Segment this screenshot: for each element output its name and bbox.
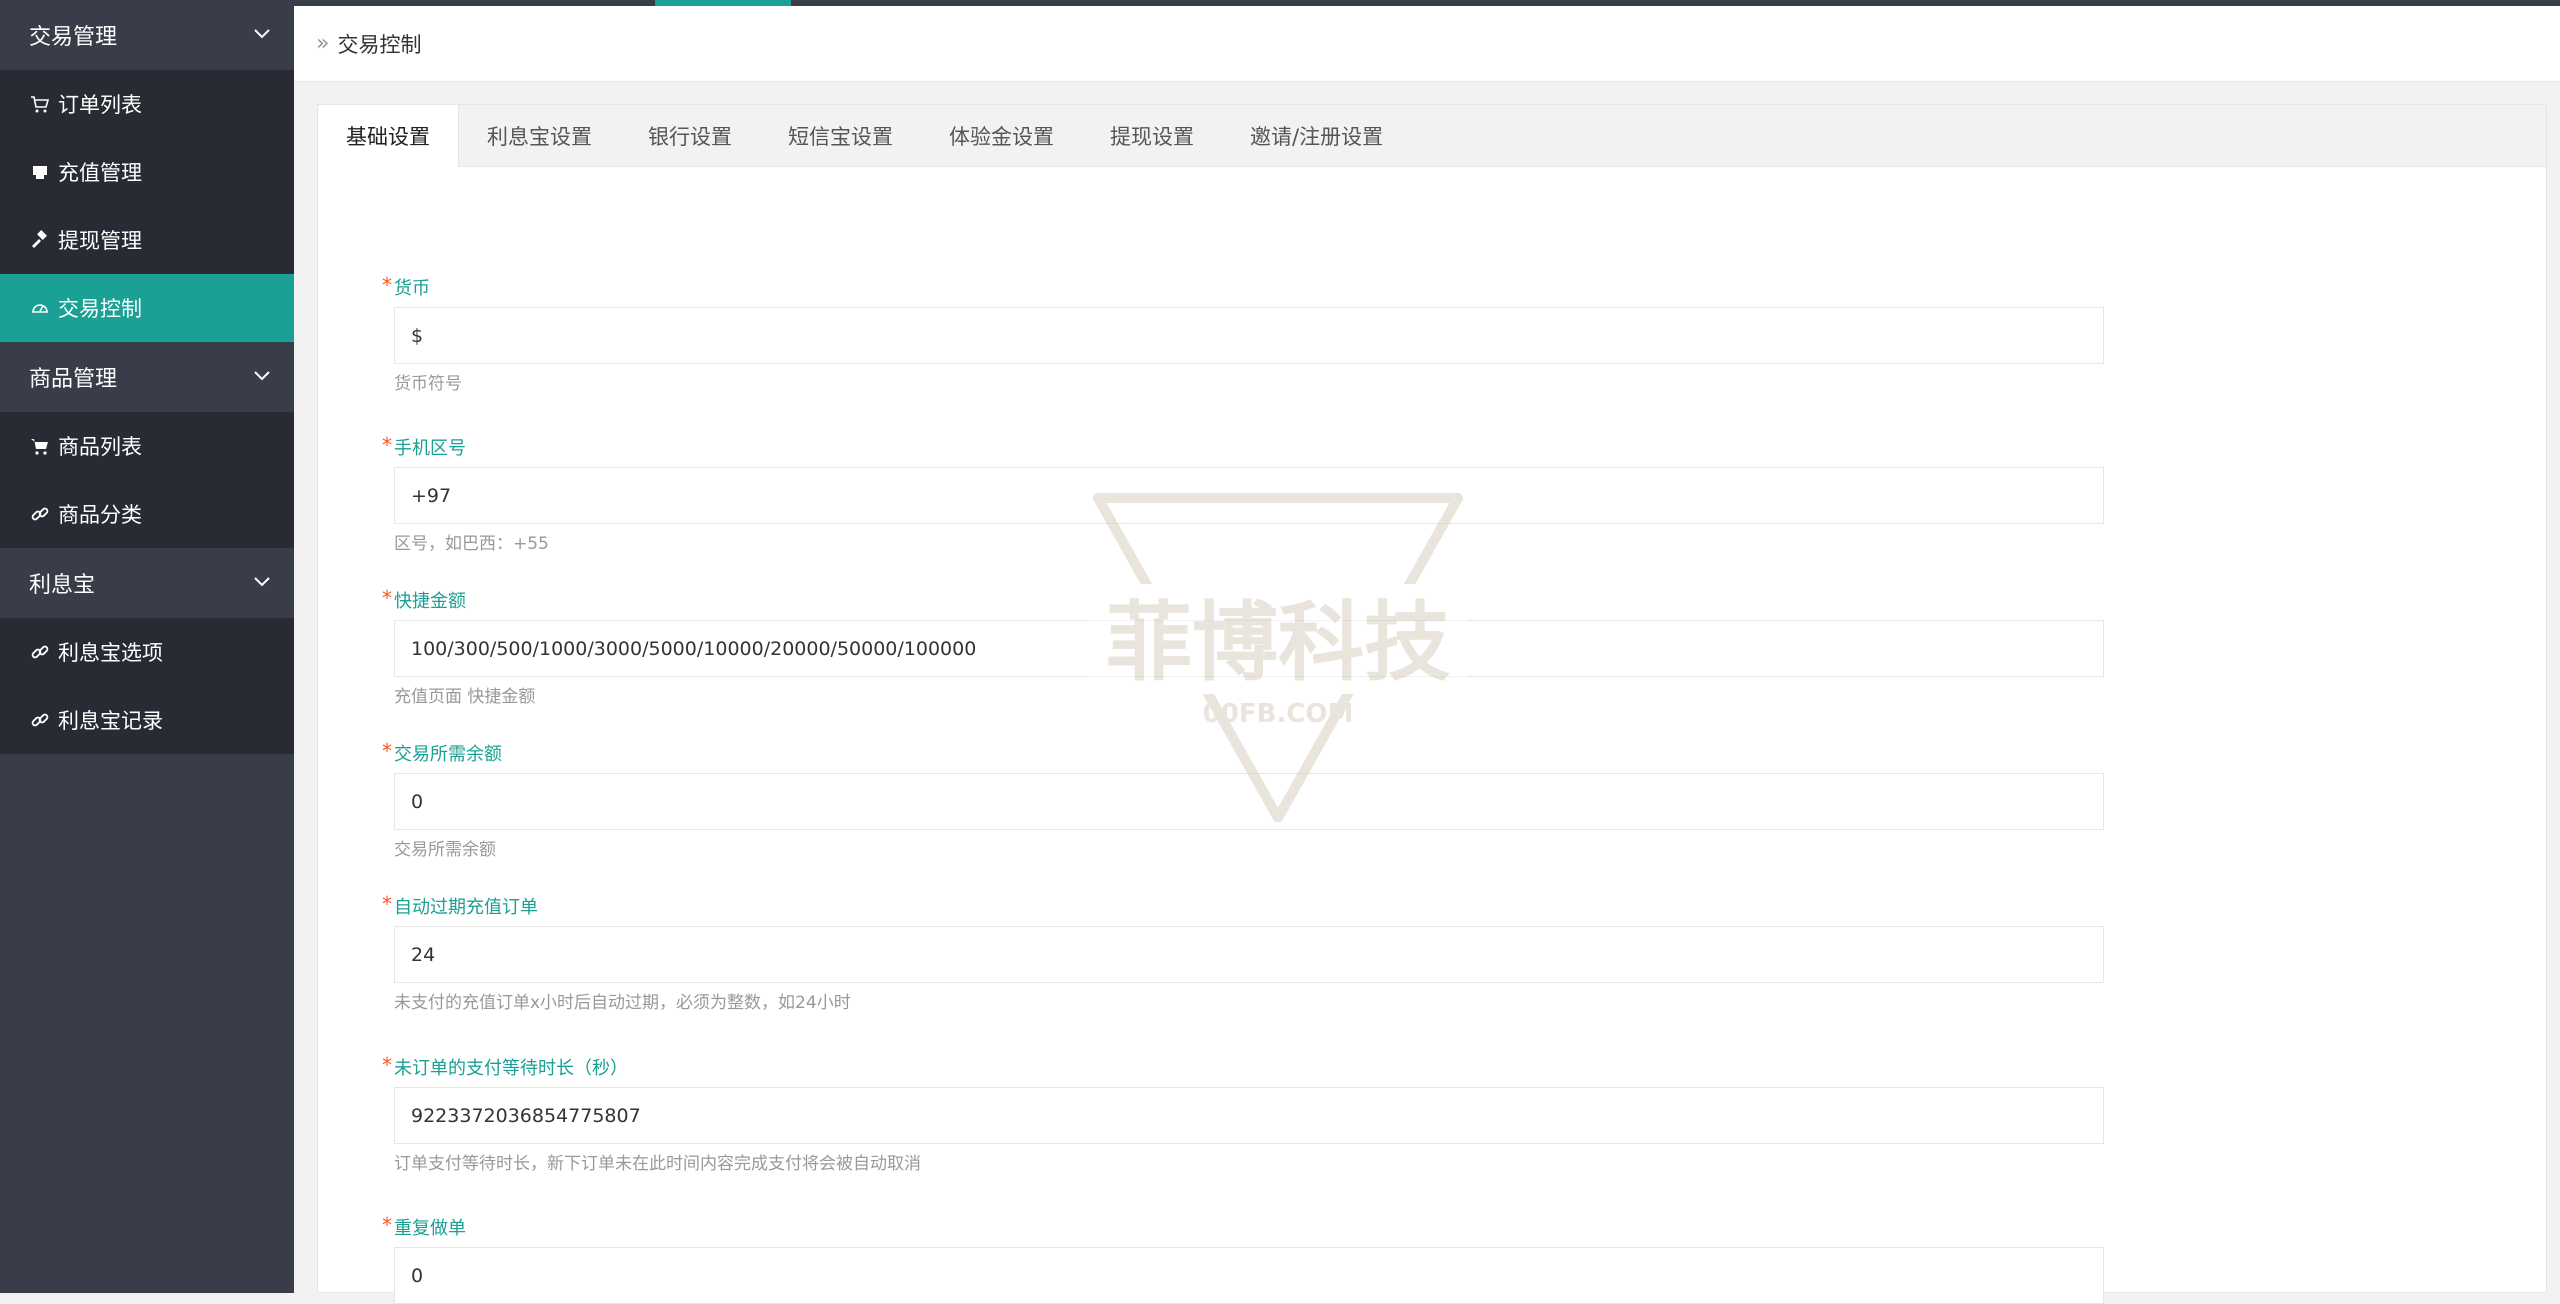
field-hint: 区号，如巴西：+55 (394, 534, 549, 554)
tab-interest-settings[interactable]: 利息宝设置 (459, 105, 620, 166)
field-label: 货币 (394, 278, 430, 299)
required-mark: * (382, 892, 392, 916)
chevron-down-icon (254, 29, 270, 39)
sidebar-item-interest-records[interactable]: 利息宝记录 (0, 686, 294, 754)
field-hint: 货币符号 (394, 374, 462, 394)
double-chevron-right-icon: » (316, 31, 330, 56)
field-hint: 交易所需余额 (394, 840, 496, 860)
tab-bar: 基础设置 利息宝设置 银行设置 短信宝设置 体验金设置 提现设置 邀请/注册设置 (318, 105, 2546, 167)
required-mark: * (382, 273, 392, 297)
cart-icon (31, 96, 50, 113)
field-label: 交易所需余额 (394, 744, 502, 765)
sidebar-group-label: 商品管理 (29, 367, 118, 392)
tab-basic-settings[interactable]: 基础设置 (318, 105, 459, 167)
sidebar-group-trade[interactable]: 交易管理 (0, 0, 294, 70)
sidebar-item-recharge[interactable]: 充值管理 (0, 138, 294, 206)
required-mark: * (382, 433, 392, 457)
chevron-down-icon (254, 371, 270, 381)
field-label: 手机区号 (394, 438, 466, 459)
payment-wait-input[interactable] (394, 1087, 2104, 1144)
sidebar-item-label: 利息宝记录 (58, 709, 163, 733)
trade-balance-input[interactable] (394, 773, 2104, 830)
tab-bank-settings[interactable]: 银行设置 (620, 105, 760, 166)
sidebar-group-label: 利息宝 (29, 573, 96, 598)
repeat-order-input[interactable] (394, 1247, 2104, 1304)
required-mark: * (382, 586, 392, 610)
sidebar-item-product-category[interactable]: 商品分类 (0, 480, 294, 548)
required-mark: * (382, 1213, 392, 1237)
breadcrumb: » 交易控制 (294, 6, 2560, 82)
quick-amounts-input[interactable] (394, 620, 2104, 677)
sidebar-item-interest-options[interactable]: 利息宝选项 (0, 618, 294, 686)
sidebar-group-products[interactable]: 商品管理 (0, 342, 294, 412)
sidebar-item-label: 交易控制 (58, 297, 142, 321)
sidebar-item-product-list[interactable]: 商品列表 (0, 412, 294, 480)
field-repeat-order: * 重复做单 (374, 1213, 2104, 1304)
field-label: 快捷金额 (394, 591, 466, 612)
sidebar-group-interest[interactable]: 利息宝 (0, 548, 294, 618)
required-mark: * (382, 1053, 392, 1077)
required-mark: * (382, 739, 392, 763)
sidebar-item-label: 订单列表 (58, 93, 142, 117)
dashboard-icon (32, 304, 48, 313)
sidebar-group-label: 交易管理 (29, 25, 118, 50)
sidebar-item-label: 商品列表 (58, 435, 142, 459)
cart-icon (31, 439, 48, 455)
field-currency: *货币 货币符号 (374, 273, 2104, 396)
link-icon (31, 713, 49, 727)
sidebar-item-orders[interactable]: 订单列表 (0, 70, 294, 138)
link-icon (31, 507, 49, 521)
sidebar-item-label: 商品分类 (58, 503, 142, 527)
field-hint: 订单支付等待时长，新下订单未在此时间内容完成支付将会被自动取消 (394, 1154, 921, 1174)
field-trade-balance: *交易所需余额 交易所需余额 (374, 739, 2104, 862)
sidebar-item-label: 提现管理 (58, 229, 142, 253)
auto-expire-input[interactable] (394, 926, 2104, 983)
field-label: 重复做单 (394, 1218, 466, 1239)
field-quick-amounts: *快捷金额 充值页面 快捷金额 (374, 586, 2104, 709)
tab-trial-fund-settings[interactable]: 体验金设置 (921, 105, 1082, 166)
link-icon (31, 645, 49, 659)
settings-panel: 基础设置 利息宝设置 银行设置 短信宝设置 体验金设置 提现设置 邀请/注册设置… (317, 104, 2547, 1304)
field-payment-wait: *未订单的支付等待时长（秒） 订单支付等待时长，新下订单未在此时间内容完成支付将… (374, 1053, 2104, 1176)
tab-withdraw-settings[interactable]: 提现设置 (1082, 105, 1222, 166)
sidebar: 交易管理 订单列表 充值管理 提现管理 交易控制 商品管理 商品列表 商品分类 … (0, 0, 294, 1293)
sidebar-item-label: 利息宝选项 (58, 641, 163, 665)
wallet-icon (33, 166, 47, 179)
phone-code-input[interactable] (394, 467, 2104, 524)
sidebar-item-trade-control[interactable]: 交易控制 (0, 274, 294, 342)
field-phone-code: *手机区号 区号，如巴西：+55 (374, 433, 2104, 556)
sidebar-item-label: 充值管理 (58, 161, 142, 185)
field-auto-expire: *自动过期充值订单 未支付的充值订单x小时后自动过期，必须为整数，如24小时 (374, 892, 2104, 1015)
tab-sms-settings[interactable]: 短信宝设置 (760, 105, 921, 166)
field-hint: 未支付的充值订单x小时后自动过期，必须为整数，如24小时 (394, 993, 851, 1013)
field-hint: 充值页面 快捷金额 (394, 687, 536, 707)
chevron-down-icon (254, 577, 270, 587)
breadcrumb-current: 交易控制 (337, 32, 422, 57)
field-label: 自动过期充值订单 (394, 897, 538, 918)
sidebar-item-withdraw[interactable]: 提现管理 (0, 206, 294, 274)
gavel-icon (32, 230, 47, 248)
field-label: 未订单的支付等待时长（秒） (394, 1058, 628, 1079)
tab-invite-register-settings[interactable]: 邀请/注册设置 (1222, 105, 1411, 166)
currency-input[interactable] (394, 307, 2104, 364)
